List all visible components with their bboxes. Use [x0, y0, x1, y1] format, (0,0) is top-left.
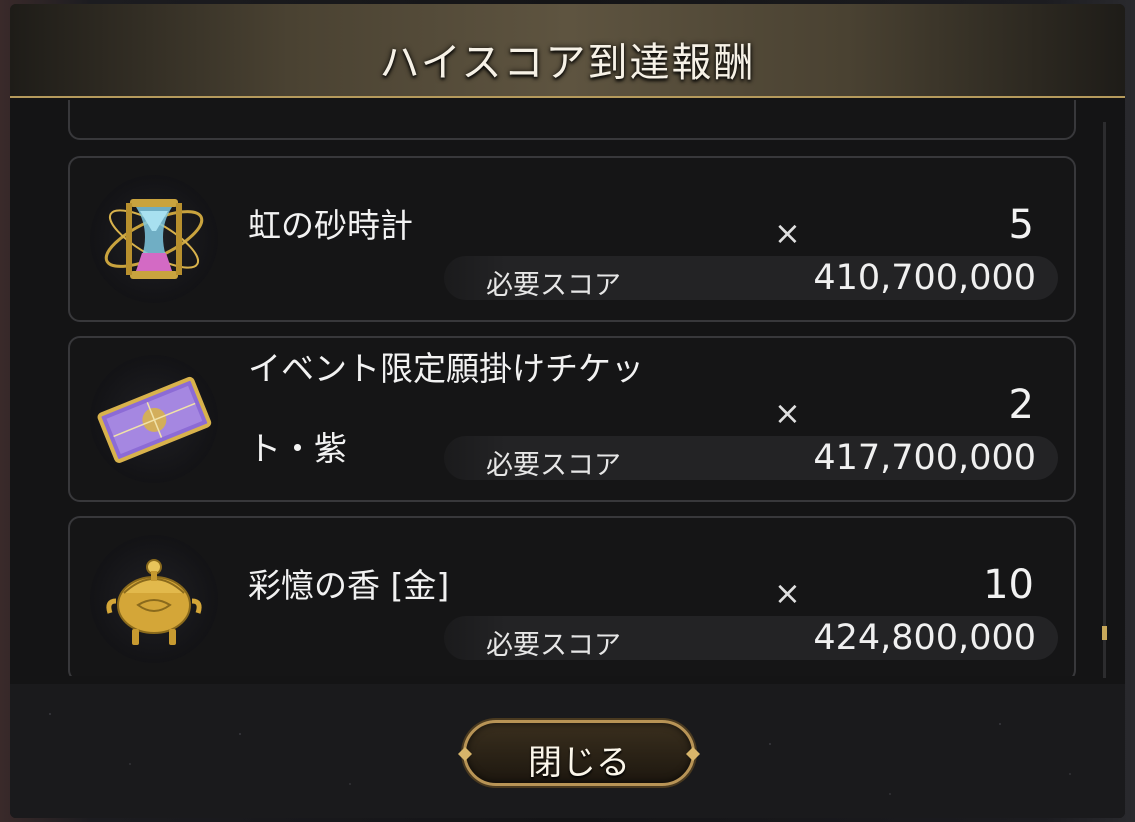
reward-name: 彩憶の香 [金] — [248, 566, 450, 605]
quantity-multiplier: × — [774, 394, 801, 432]
reward-card: 虹の砂時計 × 5 必要スコア 410,700,000 — [68, 156, 1076, 322]
rainbow-hourglass-icon — [90, 175, 218, 303]
scrollbar-thumb[interactable] — [1102, 626, 1107, 640]
dialog-title: ハイスコア到達報酬 — [379, 40, 756, 86]
close-button[interactable]: 閉じる — [458, 720, 700, 786]
reward-dialog: ハイスコア到達報酬 虹の砂時計 × 5 必要スコア 410,700,000 イベ… — [10, 4, 1125, 818]
purple-ticket-icon — [90, 355, 218, 483]
quantity-multiplier: × — [774, 574, 801, 612]
reward-list[interactable]: 虹の砂時計 × 5 必要スコア 410,700,000 イベント限定願掛けチケッ… — [68, 100, 1078, 676]
reward-quantity: 10 — [983, 562, 1034, 608]
reward-quantity: 5 — [1008, 202, 1034, 248]
dialog-header: ハイスコア到達報酬 — [10, 4, 1125, 98]
required-score-label: 必要スコア — [486, 450, 621, 481]
required-score-bar: 必要スコア 424,800,000 — [444, 616, 1058, 661]
required-score-label: 必要スコア — [486, 270, 621, 301]
reward-card: イベント限定願掛けチケッ ト・紫 × 2 必要スコア 417,700,000 — [68, 336, 1076, 502]
reward-name-line2: ト・紫 — [248, 429, 347, 468]
required-score-value: 417,700,000 — [813, 438, 1036, 478]
required-score-bar: 必要スコア 410,700,000 — [444, 256, 1058, 301]
reward-card-partial — [68, 100, 1076, 140]
required-score-label: 必要スコア — [486, 630, 621, 661]
scrollbar-track[interactable] — [1103, 122, 1106, 678]
reward-name-line1: イベント限定願掛けチケッ — [248, 349, 644, 388]
required-score-value: 410,700,000 — [813, 258, 1036, 298]
quantity-multiplier: × — [774, 214, 801, 252]
reward-name: 虹の砂時計 — [248, 206, 413, 245]
required-score-value: 424,800,000 — [813, 618, 1036, 658]
close-button-label: 閉じる — [528, 743, 630, 783]
reward-quantity: 2 — [1008, 382, 1034, 428]
diamond-ornament-icon — [686, 747, 700, 761]
required-score-bar: 必要スコア 417,700,000 — [444, 436, 1058, 481]
reward-card: 彩憶の香 [金] × 10 必要スコア 424,800,000 — [68, 516, 1076, 676]
gold-incense-burner-icon — [90, 535, 218, 663]
